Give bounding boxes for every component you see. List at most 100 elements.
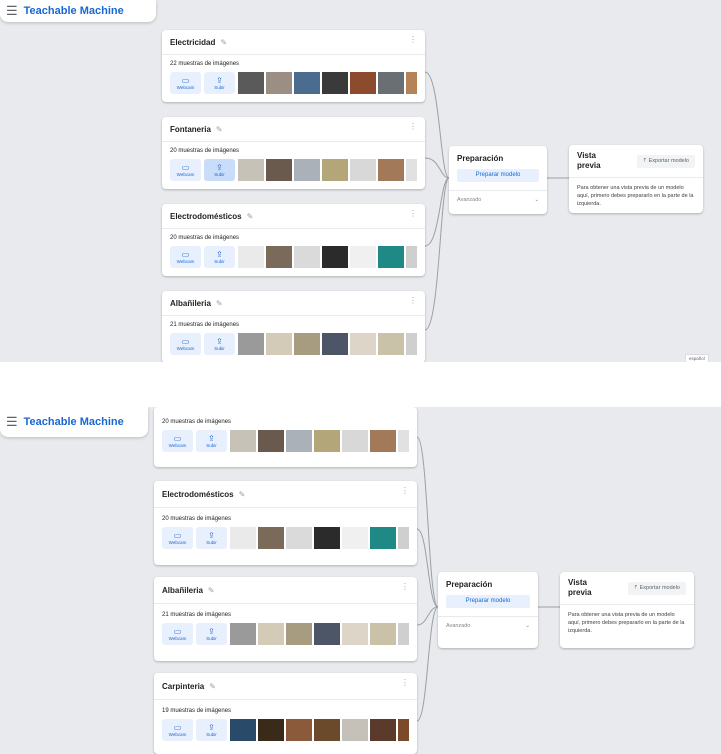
sample-thumbnail[interactable] xyxy=(314,430,340,452)
upload-button[interactable]: ⇪ Subir xyxy=(204,72,235,94)
sample-thumbnail[interactable] xyxy=(258,623,284,645)
sample-thumbnail[interactable] xyxy=(266,159,292,181)
sample-thumbnail[interactable] xyxy=(378,333,404,355)
sample-thumbnail[interactable] xyxy=(398,719,409,741)
sample-thumbnail[interactable] xyxy=(286,623,312,645)
sample-thumbnail[interactable] xyxy=(342,623,368,645)
webcam-button[interactable]: ▭ Webcam xyxy=(162,527,193,549)
sample-thumbnail[interactable] xyxy=(230,623,256,645)
kebab-icon[interactable]: ⋮ xyxy=(409,123,417,131)
sample-thumbnail[interactable] xyxy=(230,719,256,741)
sample-thumbnail[interactable] xyxy=(238,72,264,94)
kebab-icon[interactable]: ⋮ xyxy=(409,210,417,218)
sample-thumbnail[interactable] xyxy=(314,719,340,741)
sample-thumbnail[interactable] xyxy=(294,246,320,268)
export-model-button[interactable]: ⇡ Exportar modelo xyxy=(636,154,695,168)
advanced-toggle[interactable]: Avanzado ⌄ xyxy=(438,616,538,635)
sample-thumbnail[interactable] xyxy=(322,333,348,355)
sample-thumbnail[interactable] xyxy=(230,527,256,549)
train-model-button[interactable]: Preparar modelo xyxy=(446,595,530,608)
advanced-toggle[interactable]: Avanzado ⌄ xyxy=(449,190,547,209)
sample-thumbnail[interactable] xyxy=(370,719,396,741)
kebab-icon[interactable]: ⋮ xyxy=(401,679,409,687)
kebab-icon[interactable]: ⋮ xyxy=(409,36,417,44)
webcam-button[interactable]: ▭ Webcam xyxy=(162,430,193,452)
sample-thumbnail[interactable] xyxy=(370,623,396,645)
pencil-icon[interactable]: ✎ xyxy=(220,38,227,47)
sample-thumbnail[interactable] xyxy=(258,719,284,741)
sample-thumbnail[interactable] xyxy=(258,527,284,549)
sample-thumbnail[interactable] xyxy=(406,72,417,94)
class-name[interactable]: Carpinteria xyxy=(162,682,204,691)
upload-button[interactable]: ⇪ Subir xyxy=(204,333,235,355)
kebab-icon[interactable]: ⋮ xyxy=(401,487,409,495)
class-name[interactable]: Electrodomésticos xyxy=(170,212,242,221)
sample-thumbnail[interactable] xyxy=(258,430,284,452)
webcam-button[interactable]: ▭ Webcam xyxy=(162,623,193,645)
sample-thumbnail[interactable] xyxy=(266,246,292,268)
sample-thumbnail[interactable] xyxy=(398,527,409,549)
class-name[interactable]: Fontaneria xyxy=(170,125,211,134)
class-name[interactable]: Albañileria xyxy=(170,299,211,308)
class-name[interactable]: Electrodomésticos xyxy=(162,490,234,499)
sample-thumbnail[interactable] xyxy=(286,430,312,452)
sample-thumbnail[interactable] xyxy=(398,623,409,645)
sample-thumbnail[interactable] xyxy=(406,333,417,355)
sample-thumbnail[interactable] xyxy=(406,159,417,181)
sample-thumbnail[interactable] xyxy=(370,527,396,549)
sample-thumbnail[interactable] xyxy=(294,159,320,181)
upload-button[interactable]: ⇪ Subir xyxy=(196,527,227,549)
class-name[interactable]: Albañileria xyxy=(162,586,203,595)
upload-button[interactable]: ⇪ Subir xyxy=(204,159,235,181)
sample-thumbnail[interactable] xyxy=(286,527,312,549)
sample-thumbnail[interactable] xyxy=(230,430,256,452)
sample-thumbnail[interactable] xyxy=(398,430,409,452)
sample-thumbnail[interactable] xyxy=(314,527,340,549)
webcam-button[interactable]: ▭ Webcam xyxy=(170,159,201,181)
sample-thumbnail[interactable] xyxy=(238,333,264,355)
upload-button[interactable]: ⇪ Subir xyxy=(196,719,227,741)
sample-thumbnail[interactable] xyxy=(350,159,376,181)
sample-thumbnail[interactable] xyxy=(294,72,320,94)
webcam-button[interactable]: ▭ Webcam xyxy=(162,719,193,741)
train-model-button[interactable]: Preparar modelo xyxy=(457,169,539,182)
sample-thumbnail[interactable] xyxy=(342,719,368,741)
sample-thumbnail[interactable] xyxy=(294,333,320,355)
upload-button[interactable]: ⇪ Subir xyxy=(196,430,227,452)
sample-thumbnail[interactable] xyxy=(350,246,376,268)
sample-thumbnail[interactable] xyxy=(350,72,376,94)
sample-thumbnail[interactable] xyxy=(314,623,340,645)
webcam-button[interactable]: ▭ Webcam xyxy=(170,72,201,94)
upload-button[interactable]: ⇪ Subir xyxy=(204,246,235,268)
sample-thumbnail[interactable] xyxy=(322,72,348,94)
language-selector[interactable]: español xyxy=(685,354,709,362)
sample-thumbnail[interactable] xyxy=(378,246,404,268)
class-name[interactable]: Electricidad xyxy=(170,38,215,47)
sample-thumbnail[interactable] xyxy=(266,333,292,355)
webcam-button[interactable]: ▭ Webcam xyxy=(170,333,201,355)
sample-thumbnail[interactable] xyxy=(238,246,264,268)
sample-thumbnail[interactable] xyxy=(238,159,264,181)
pencil-icon[interactable]: ✎ xyxy=(209,682,216,691)
kebab-icon[interactable]: ⋮ xyxy=(401,583,409,591)
webcam-button[interactable]: ▭ Webcam xyxy=(170,246,201,268)
sample-thumbnail[interactable] xyxy=(370,430,396,452)
pencil-icon[interactable]: ✎ xyxy=(216,125,223,134)
sample-thumbnail[interactable] xyxy=(378,159,404,181)
sample-thumbnail[interactable] xyxy=(286,719,312,741)
export-model-button[interactable]: ⇡ Exportar modelo xyxy=(627,581,686,595)
pencil-icon[interactable]: ✎ xyxy=(247,212,254,221)
sample-thumbnail[interactable] xyxy=(406,246,417,268)
sample-thumbnail[interactable] xyxy=(378,72,404,94)
pencil-icon[interactable]: ✎ xyxy=(216,299,223,308)
pencil-icon[interactable]: ✎ xyxy=(239,490,246,499)
pencil-icon[interactable]: ✎ xyxy=(208,586,215,595)
sample-thumbnail[interactable] xyxy=(342,527,368,549)
upload-button[interactable]: ⇪ Subir xyxy=(196,623,227,645)
kebab-icon[interactable]: ⋮ xyxy=(409,297,417,305)
sample-thumbnail[interactable] xyxy=(350,333,376,355)
sample-thumbnail[interactable] xyxy=(322,159,348,181)
sample-thumbnail[interactable] xyxy=(266,72,292,94)
sample-thumbnail[interactable] xyxy=(342,430,368,452)
sample-thumbnail[interactable] xyxy=(322,246,348,268)
